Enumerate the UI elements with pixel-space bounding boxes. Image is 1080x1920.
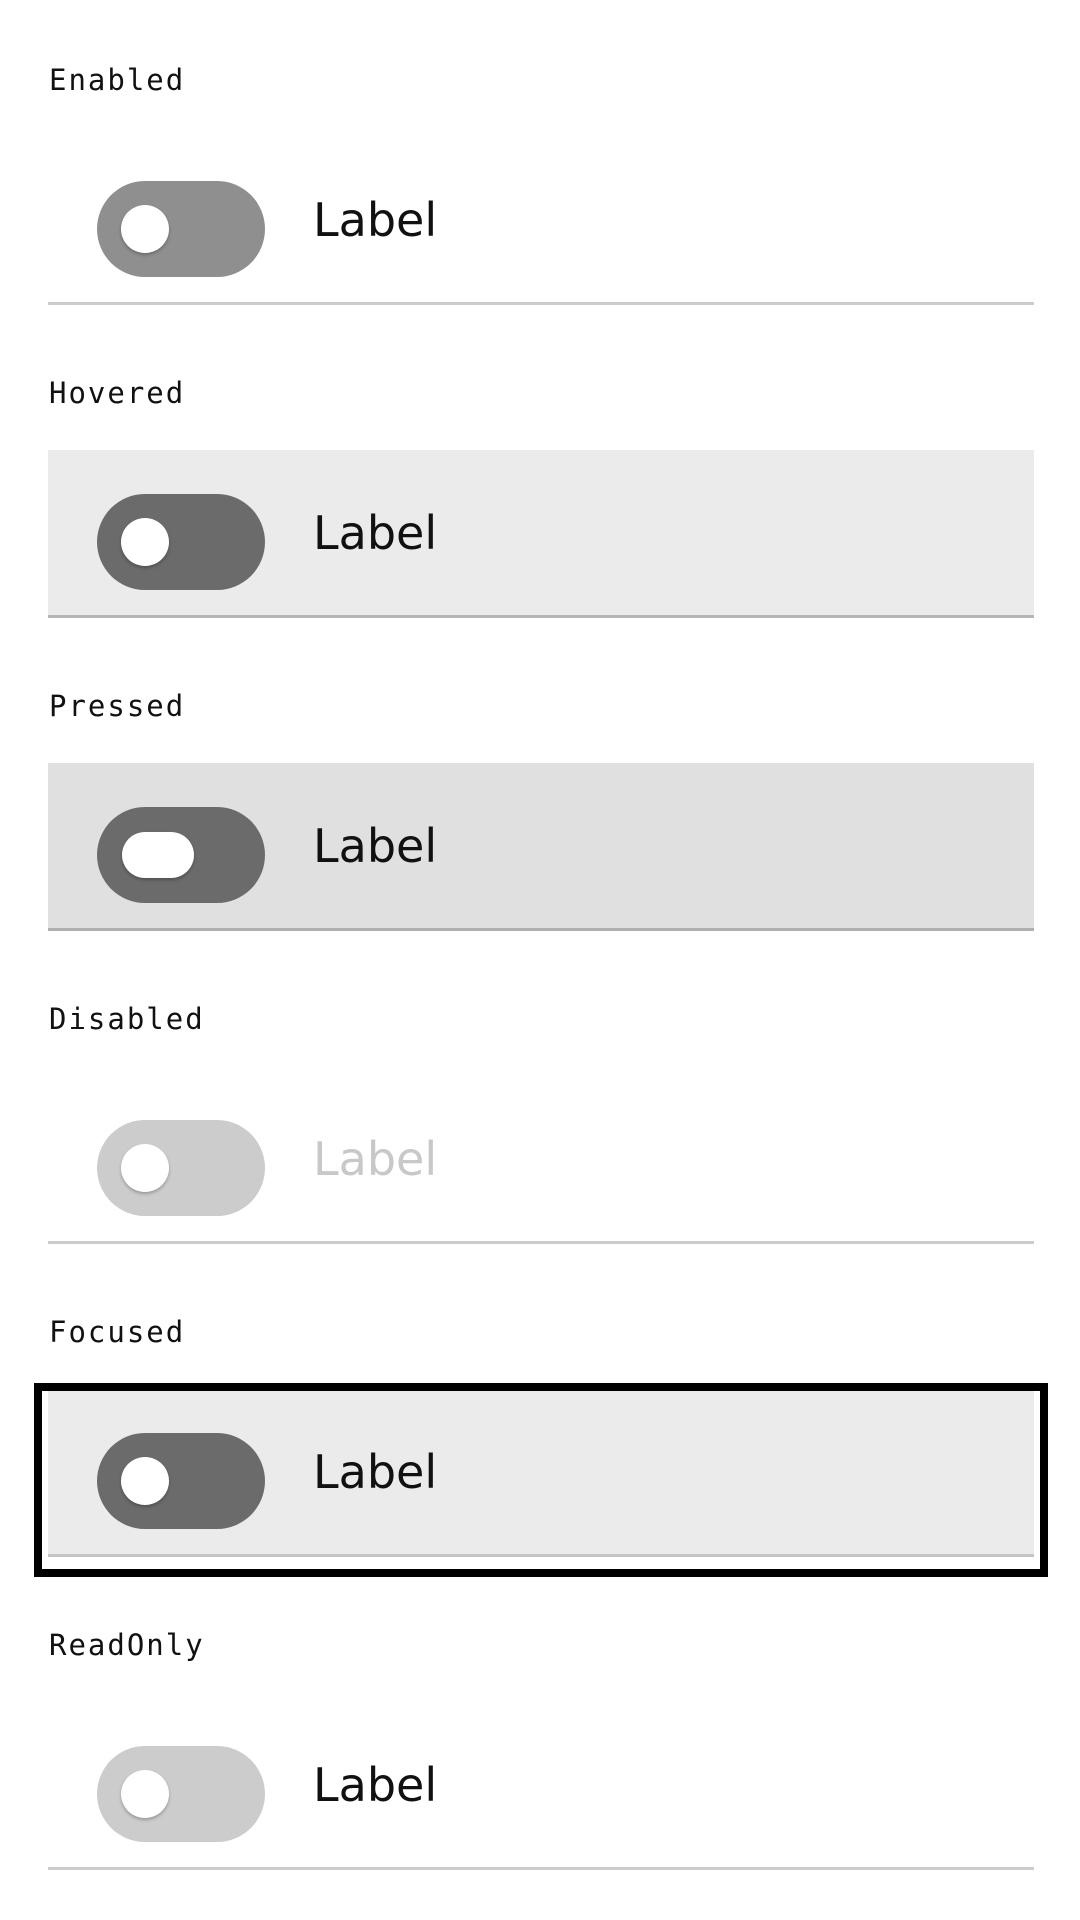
toggle-switch[interactable] bbox=[97, 807, 265, 903]
toggle-label: Label bbox=[313, 1132, 438, 1186]
toggle-row-readonly: Label bbox=[48, 1702, 1034, 1870]
toggle-row-pressed[interactable]: Label bbox=[48, 763, 1034, 931]
toggle-thumb bbox=[122, 832, 194, 878]
toggle-label: Label bbox=[313, 193, 438, 247]
toggle-thumb bbox=[121, 1144, 169, 1192]
toggle-label: Label bbox=[313, 506, 438, 560]
toggle-thumb bbox=[121, 518, 169, 566]
state-hovered: Hovered Label bbox=[0, 313, 1080, 626]
toggle-switch[interactable] bbox=[97, 494, 265, 590]
state-heading-hovered: Hovered bbox=[49, 376, 186, 410]
toggle-label: Label bbox=[313, 1758, 438, 1812]
toggle-row-enabled[interactable]: Label bbox=[48, 137, 1034, 305]
toggle-row-hovered[interactable]: Label bbox=[48, 450, 1034, 618]
state-heading-readonly: ReadOnly bbox=[49, 1628, 205, 1662]
focus-ring bbox=[34, 1383, 1048, 1577]
state-heading-disabled: Disabled bbox=[49, 1002, 205, 1036]
state-heading-focused: Focused bbox=[49, 1315, 186, 1349]
toggle-switch bbox=[97, 1120, 265, 1216]
state-readonly: ReadOnly Label bbox=[0, 1565, 1080, 1878]
state-enabled: Enabled Label bbox=[0, 0, 1080, 313]
state-disabled: Disabled Label bbox=[0, 939, 1080, 1252]
state-heading-pressed: Pressed bbox=[49, 689, 186, 723]
state-heading-enabled: Enabled bbox=[49, 63, 186, 97]
toggle-thumb bbox=[121, 1770, 169, 1818]
toggle-switch[interactable] bbox=[97, 181, 265, 277]
toggle-label: Label bbox=[313, 819, 438, 873]
toggle-thumb bbox=[121, 205, 169, 253]
state-pressed: Pressed Label bbox=[0, 626, 1080, 939]
toggle-row-disabled: Label bbox=[48, 1076, 1034, 1244]
toggle-switch bbox=[97, 1746, 265, 1842]
